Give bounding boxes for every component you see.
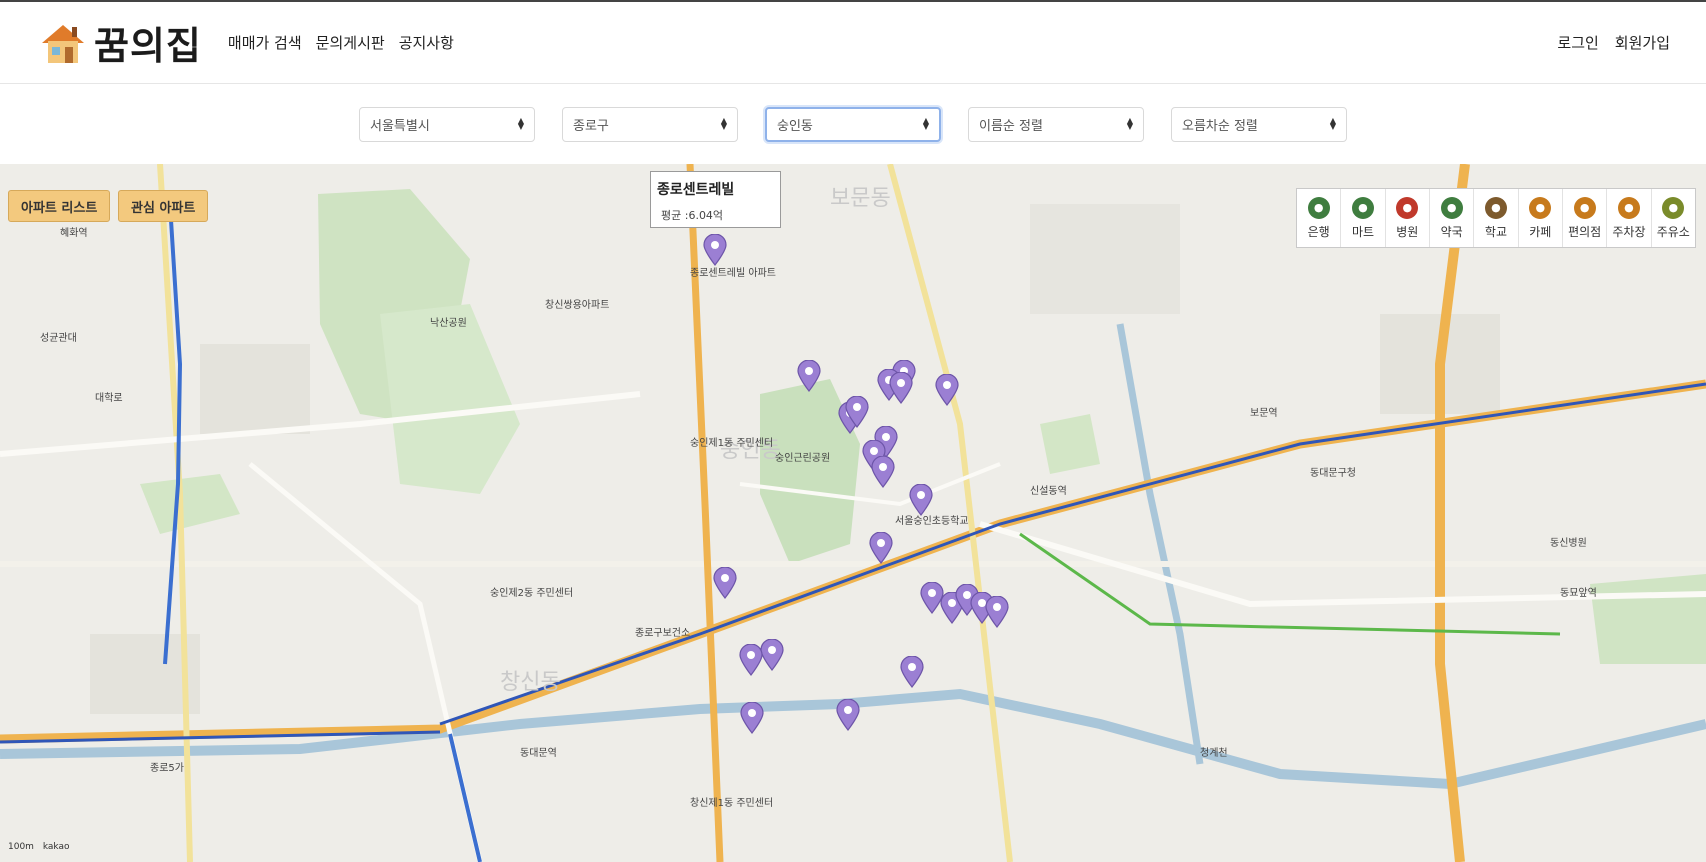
category-convenience-store[interactable]: ● 편의점 <box>1563 189 1608 247</box>
apartment-marker-icon[interactable] <box>900 655 924 688</box>
apartment-marker-icon[interactable] <box>740 701 764 734</box>
logo-text: 꿈의집 <box>94 24 202 68</box>
map-place-label: 종로5가 <box>150 763 184 774</box>
parking-icon: ● <box>1617 196 1640 219</box>
bank-icon: ● <box>1307 196 1330 219</box>
map-place-label: 신설동역 <box>1030 486 1067 497</box>
map-place-label: 종로구보건소 <box>635 628 691 639</box>
sort-order-select[interactable]: 오름차순 정렬 ▲ ▼ <box>1171 106 1347 142</box>
map-place-label: 숭인제1동 주민센터 <box>690 438 774 449</box>
map-provider-label: kakao <box>42 842 70 852</box>
apartment-marker-icon[interactable] <box>871 455 895 488</box>
map-place-label: 창신제1동 주민센터 <box>690 798 774 809</box>
map-base-layer <box>0 164 1706 862</box>
auth-nav: 로그인 회원가입 <box>1541 32 1670 53</box>
category-parking[interactable]: ● 주차장 <box>1607 189 1652 247</box>
category-mart[interactable]: ● 마트 <box>1341 189 1386 247</box>
signup-link[interactable]: 회원가입 <box>1615 32 1670 53</box>
apartment-marker-icon[interactable] <box>985 595 1009 628</box>
map-place-label: 종로센트레빌 아파트 <box>690 268 776 279</box>
house-logo-icon <box>42 24 84 63</box>
apartment-marker-icon[interactable] <box>760 638 784 671</box>
favorite-apartment-button[interactable]: 관심 아파트 <box>118 190 209 222</box>
apartment-list-button[interactable]: 아파트 리스트 <box>8 190 111 222</box>
category-gas-station[interactable]: ● 주유소 <box>1652 189 1695 247</box>
nav-inquiry-board[interactable]: 문의게시판 <box>316 32 385 53</box>
category-school[interactable]: ● 학교 <box>1474 189 1519 247</box>
login-link[interactable]: 로그인 <box>1557 32 1598 53</box>
map-place-label: 동신병원 <box>1550 538 1587 549</box>
school-icon: ● <box>1484 196 1507 219</box>
map-place-label: 혜화역 <box>60 228 88 239</box>
kakao-map[interactable]: 보문동 숭인동 창신동 혜화역 성균관대 대학로 창신쌍용아파트 숭인근린공원 … <box>0 164 1706 862</box>
category-filter: ● 은행 ● 마트 ● 병원 ● 약국 ● 학교 ● 카페 ● 편의점 ● 주차장 ● 주유소 <box>1296 188 1696 248</box>
nav-notice[interactable]: 공지사항 <box>399 32 454 53</box>
map-place-label: 대학로 <box>95 393 123 404</box>
apartment-marker-icon[interactable] <box>797 359 821 392</box>
select-arrows-icon: ▲ ▼ <box>922 116 929 131</box>
sort-name-select[interactable]: 이름순 정렬 ▲ ▼ <box>968 106 1144 142</box>
main-nav: 매매가 검색 문의게시판 공지사항 <box>228 32 468 53</box>
apartment-marker-icon[interactable] <box>739 643 763 676</box>
apartment-marker-icon[interactable] <box>713 566 737 599</box>
dong-select-value: 숭인동 <box>777 118 813 134</box>
map-place-label: 보문역 <box>1250 408 1278 419</box>
select-arrows-icon: ▲ ▼ <box>720 116 727 131</box>
map-place-label: 동대문구청 <box>1310 468 1356 479</box>
gas-station-icon: ● <box>1662 196 1685 219</box>
sort-order-select-value: 오름차순 정렬 <box>1182 118 1258 134</box>
pharmacy-icon: ● <box>1440 196 1463 219</box>
apartment-marker-icon[interactable] <box>836 698 860 731</box>
map-place-label: 동대문역 <box>520 748 557 759</box>
select-arrows-icon: ▲ ▼ <box>517 116 524 131</box>
city-select-value: 서울특별시 <box>370 118 430 134</box>
dong-select[interactable]: 숭인동 ▲ ▼ <box>765 106 941 142</box>
district-select[interactable]: 종로구 ▲ ▼ <box>562 106 738 142</box>
apartment-marker-icon[interactable] <box>845 395 869 428</box>
apartment-marker-icon[interactable] <box>909 483 933 516</box>
district-label-changsin: 창신동 <box>500 670 561 695</box>
map-scale: 100m kakao <box>8 842 69 852</box>
map-place-label: 낙산공원 <box>430 318 467 329</box>
district-select-value: 종로구 <box>573 118 609 134</box>
category-cafe[interactable]: ● 카페 <box>1519 189 1563 247</box>
filter-bar: 서울특별시 ▲ ▼ 종로구 ▲ ▼ 숭인동 ▲ ▼ 이름순 정렬 ▲ ▼ 오름차순 정렬… <box>0 84 1706 164</box>
select-arrows-icon: ▲ ▼ <box>1126 116 1133 131</box>
select-arrows-icon: ▲ ▼ <box>1329 116 1336 131</box>
map-place-label: 청계천 <box>1200 748 1228 759</box>
map-scale-label: 100m <box>8 842 34 852</box>
category-hospital[interactable]: ● 병원 <box>1386 189 1430 247</box>
apartment-marker-icon[interactable] <box>935 373 959 406</box>
logo[interactable]: 꿈의집 <box>36 15 202 70</box>
sort-name-select-value: 이름순 정렬 <box>979 118 1043 134</box>
map-place-label: 숭인제2동 주민센터 <box>490 588 574 599</box>
apartment-marker-icon[interactable] <box>703 233 727 266</box>
apartment-marker-icon[interactable] <box>869 531 893 564</box>
map-place-label: 창신쌍용아파트 <box>545 300 610 311</box>
popup-title: 종로센트레빌 <box>657 182 735 198</box>
apartment-marker-icon[interactable] <box>889 371 913 404</box>
top-header: 꿈의집 매매가 검색 문의게시판 공지사항 로그인 회원가입 <box>0 2 1706 84</box>
apartment-info-popup: 종로센트레빌 평균 :6.04억 <box>650 171 781 228</box>
mart-icon: ● <box>1351 196 1374 219</box>
map-place-label: 성균관대 <box>40 333 77 344</box>
cafe-icon: ● <box>1529 196 1552 219</box>
district-label-bomun: 보문동 <box>830 186 891 211</box>
map-place-label: 동묘앞역 <box>1560 588 1597 599</box>
popup-average-price: 평균 :6.04억 <box>661 209 724 222</box>
category-pharmacy[interactable]: ● 약국 <box>1430 189 1475 247</box>
category-bank[interactable]: ● 은행 <box>1297 189 1342 247</box>
nav-price-search[interactable]: 매매가 검색 <box>228 32 302 53</box>
map-place-label: 숭인근린공원 <box>775 453 831 464</box>
hospital-icon: ● <box>1396 196 1419 219</box>
convenience-store-icon: ● <box>1573 196 1596 219</box>
city-select[interactable]: 서울특별시 ▲ ▼ <box>359 106 535 142</box>
